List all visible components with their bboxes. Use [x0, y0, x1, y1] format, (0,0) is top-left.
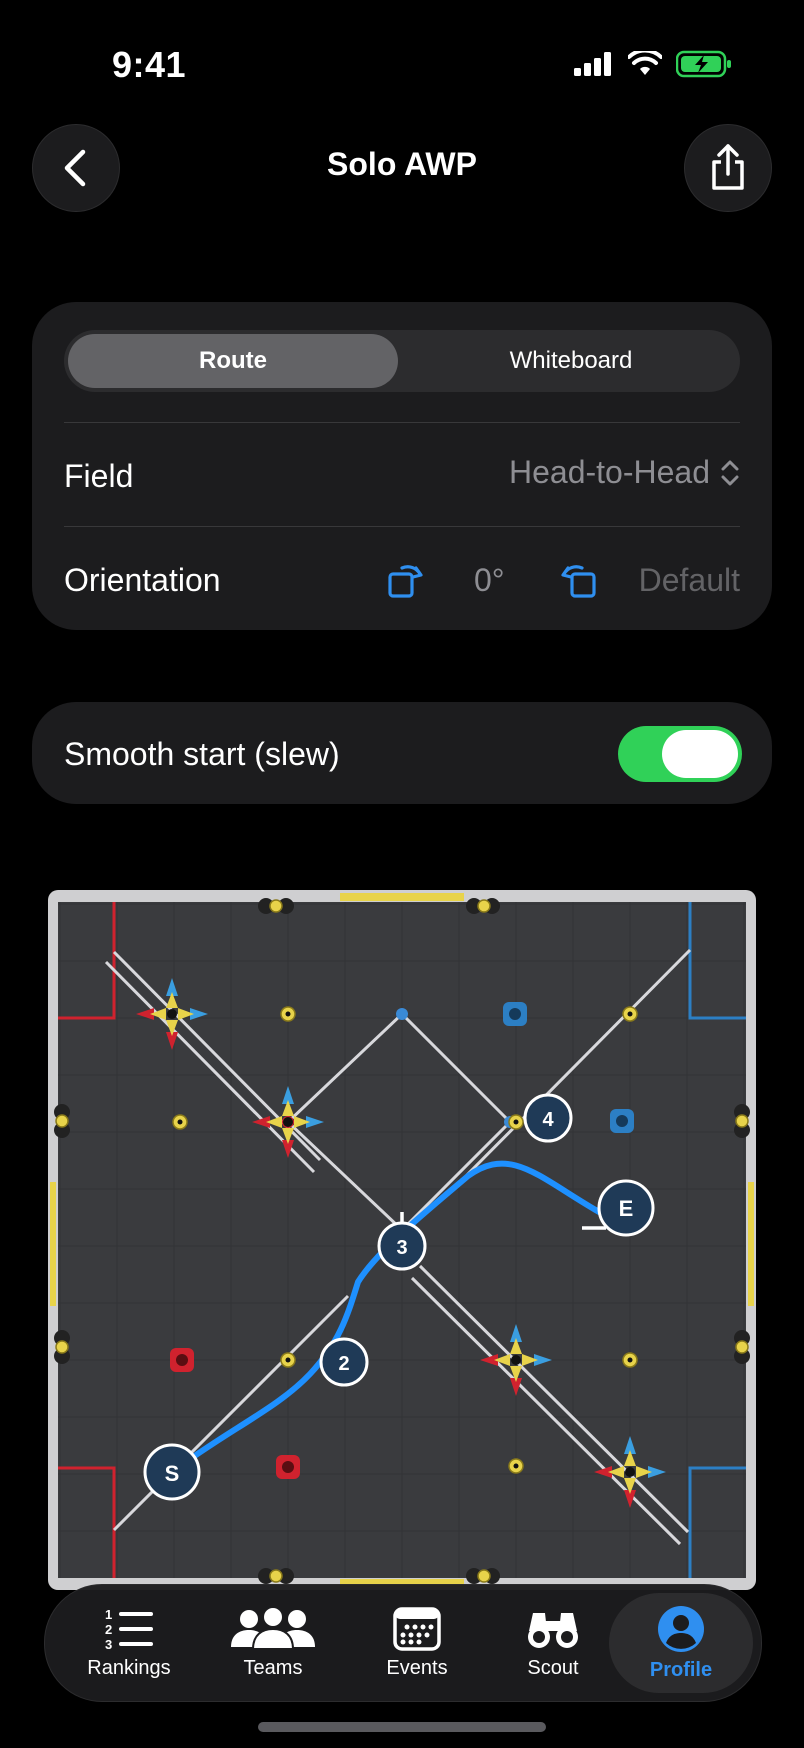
field-canvas[interactable]: S 2 3 4 E: [48, 890, 756, 1590]
tab-profile[interactable]: Profile: [621, 1585, 741, 1701]
tab-events[interactable]: Events: [357, 1585, 477, 1701]
segment-whiteboard[interactable]: Whiteboard: [402, 330, 740, 392]
battery-charging-icon: [676, 50, 731, 78]
list-numbered-icon: 1 2 3: [105, 1607, 153, 1651]
slew-label: Smooth start (slew): [64, 736, 340, 772]
tab-rankings[interactable]: 1 2 3 Rankings: [69, 1585, 189, 1701]
tab-bar: 1 2 3 Rankings Teams Events Scout Profil…: [44, 1584, 762, 1702]
post-marker: [396, 1008, 408, 1020]
svg-text:4: 4: [542, 1109, 554, 1131]
waypoint-4[interactable]: 4: [523, 1093, 573, 1143]
tab-label: Scout: [527, 1656, 579, 1679]
goal-bar: [50, 1182, 56, 1306]
tab-label: Teams: [243, 1656, 303, 1679]
field-value: Head-to-Head: [509, 454, 710, 490]
status-time: 9:41: [112, 44, 187, 85]
orientation-value: 0°: [474, 562, 505, 598]
divider: [64, 526, 740, 527]
svg-text:3: 3: [396, 1237, 407, 1259]
svg-text:2: 2: [105, 1622, 112, 1637]
rotate-right-button[interactable]: [556, 558, 598, 605]
waypoint-end[interactable]: E: [597, 1179, 655, 1237]
segment-route[interactable]: Route: [64, 330, 402, 392]
svg-text:1: 1: [105, 1607, 112, 1622]
rotate-left-button[interactable]: [386, 558, 428, 605]
toggle-knob: [662, 730, 738, 778]
orientation-label: Orientation: [64, 562, 221, 598]
goal-bar: [340, 893, 464, 901]
tab-scout[interactable]: Scout: [493, 1585, 613, 1701]
calendar-icon: [393, 1606, 441, 1651]
field-map[interactable]: S 2 3 4 E: [48, 890, 756, 1590]
svg-text:E: E: [619, 1196, 634, 1221]
divider: [64, 422, 740, 423]
wifi-icon: [628, 51, 662, 75]
waypoint-3[interactable]: 3: [377, 1221, 427, 1271]
status-icons: [574, 50, 732, 78]
svg-text:3: 3: [105, 1637, 112, 1651]
field-picker[interactable]: Head-to-Head: [509, 454, 740, 491]
tab-label: Rankings: [87, 1656, 171, 1679]
home-indicator[interactable]: [258, 1722, 546, 1732]
goal-bar: [748, 1182, 754, 1306]
binoculars-icon: [528, 1612, 578, 1648]
mode-segmented-control: Route Whiteboard: [64, 330, 740, 392]
orientation-default-button[interactable]: Default: [639, 562, 740, 599]
signal-icon: [574, 52, 611, 76]
waypoint-2[interactable]: 2: [319, 1337, 369, 1387]
waypoint-start[interactable]: S: [143, 1443, 201, 1501]
tab-label: Events: [386, 1656, 448, 1679]
chevron-up-down-icon: [721, 460, 739, 485]
rotate-right-icon: [561, 565, 596, 598]
svg-text:S: S: [165, 1461, 180, 1486]
people-icon: [231, 1606, 315, 1650]
field-label: Field: [64, 458, 134, 494]
share-button[interactable]: [684, 124, 772, 212]
tab-teams[interactable]: Teams: [209, 1585, 337, 1701]
svg-text:2: 2: [338, 1353, 349, 1375]
share-icon: [712, 144, 744, 190]
rotate-left-icon: [388, 565, 423, 598]
tab-label: Profile: [649, 1658, 713, 1681]
slew-toggle[interactable]: [618, 726, 742, 782]
person-circle-icon: [658, 1605, 704, 1652]
